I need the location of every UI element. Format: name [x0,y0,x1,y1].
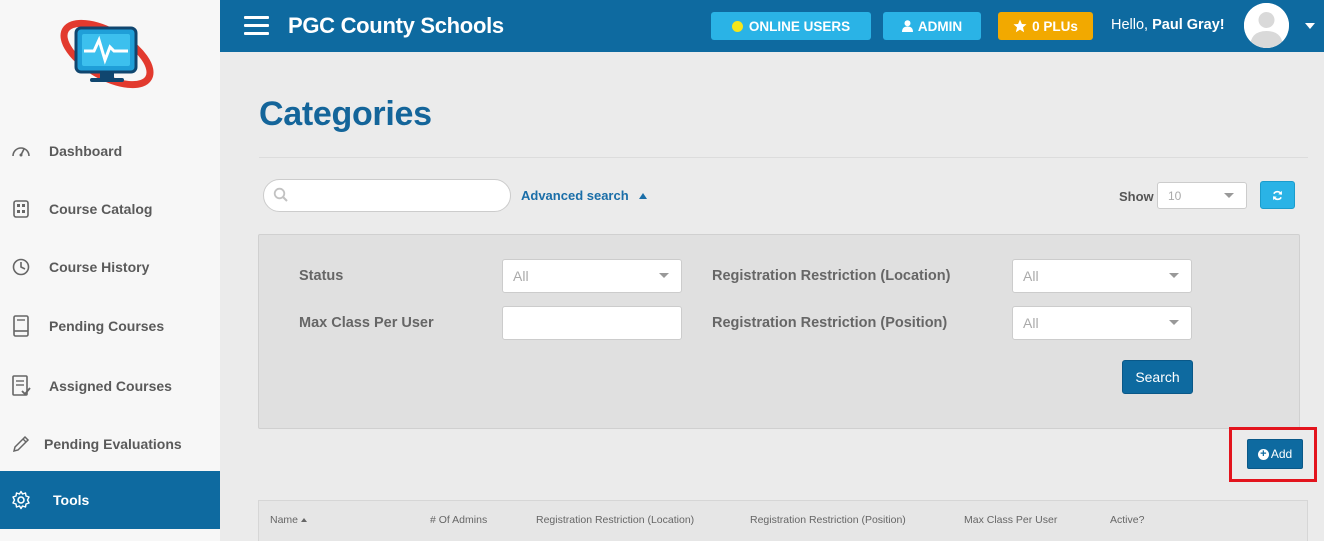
plus-label: 0 PLUs [1032,18,1078,34]
sidebar-item-label: Course Catalog [49,201,153,217]
admin-label: ADMIN [917,18,963,34]
reg-location-label: Registration Restriction (Location) [712,268,951,284]
chevron-down-icon [659,273,669,278]
reg-position-select[interactable]: All [1012,306,1192,340]
catalog-icon [10,198,32,220]
advanced-search-link[interactable]: Advanced search [521,188,647,203]
sidebar-item-label: Tools [53,492,90,508]
user-icon [901,20,913,32]
chevron-down-icon [1224,192,1234,198]
sidebar-item-dashboard[interactable]: Dashboard [0,122,220,180]
gear-icon [10,489,32,511]
sidebar-item-pending-courses[interactable]: Pending Courses [0,297,220,355]
top-header: PGC County Schools ONLINE USERS ADMIN 0 … [220,0,1324,52]
column-max-class[interactable]: Max Class Per User [964,514,1057,526]
column-admins[interactable]: # Of Admins [430,514,487,526]
column-active[interactable]: Active? [1110,514,1144,526]
reg-position-value: All [1023,315,1039,331]
sidebar-item-course-history[interactable]: Course History [0,238,220,296]
max-class-label: Max Class Per User [299,315,434,331]
column-reg-position[interactable]: Registration Restriction (Position) [750,514,906,526]
status-label: Status [299,268,344,284]
sort-up-icon [301,518,308,523]
online-dot-icon [731,20,743,32]
sidebar-item-pending-evaluations[interactable]: Pending Evaluations [0,415,220,473]
sidebar-item-assigned-courses[interactable]: Assigned Courses [0,357,220,415]
plus-circle-icon: + [1257,448,1269,460]
user-name: Paul Gray! [1152,17,1225,33]
status-select[interactable]: All [502,259,682,293]
sidebar-item-label: Pending Courses [49,318,165,334]
sidebar-item-label: Dashboard [49,143,123,159]
plus-button[interactable]: 0 PLUs [998,12,1093,40]
user-greeting: Hello, Paul Gray! [1111,17,1225,33]
gauge-icon [10,140,32,162]
greeting-text: Hello, [1111,17,1149,33]
caret-up-icon [638,192,647,199]
app-logo[interactable] [52,14,162,94]
add-button[interactable]: + Add [1247,439,1303,469]
refresh-button[interactable] [1260,181,1295,209]
admin-button[interactable]: ADMIN [883,12,981,40]
search-icon [273,187,289,208]
title-divider [259,157,1308,158]
sidebar-item-tools[interactable]: Tools [0,471,220,529]
sidebar-item-label: Assigned Courses [49,378,172,394]
avatar[interactable] [1244,3,1289,48]
sidebar-item-label: Pending Evaluations [44,436,182,452]
chevron-down-icon [1169,320,1179,325]
column-reg-location[interactable]: Registration Restriction (Location) [536,514,694,526]
advanced-search-label: Advanced search [521,188,629,203]
assigned-icon [10,375,32,397]
app-title: PGC County Schools [288,13,504,38]
sidebar-item-course-catalog[interactable]: Course Catalog [0,180,220,238]
chevron-down-icon [1169,273,1179,278]
reg-position-label: Registration Restriction (Position) [712,315,948,331]
menu-icon[interactable] [244,16,269,35]
book-icon [10,315,32,337]
user-menu-caret-icon[interactable] [1305,23,1315,29]
online-users-button[interactable]: ONLINE USERS [711,12,871,40]
search-box[interactable] [263,179,511,212]
column-label: Name [270,514,299,526]
reg-location-value: All [1023,268,1039,284]
refresh-icon [1272,190,1283,201]
sidebar: Dashboard Course Catalog Course History … [0,0,220,541]
column-name[interactable]: Name [270,514,308,526]
history-icon [10,256,32,278]
pencil-icon [10,433,32,455]
page-size-value: 10 [1168,188,1182,203]
search-input[interactable] [294,184,499,208]
online-users-label: ONLINE USERS [748,18,851,34]
max-class-input[interactable] [502,306,682,340]
table-header: Name # Of Admins Registration Restrictio… [258,500,1308,541]
show-label: Show [1119,189,1154,204]
add-label: Add [1270,447,1293,461]
page-title: Categories [259,95,432,133]
star-icon [1013,19,1027,33]
reg-location-select[interactable]: All [1012,259,1192,293]
status-value: All [513,268,529,284]
page-size-select[interactable]: 10 [1157,182,1247,209]
search-button[interactable]: Search [1122,360,1193,394]
sidebar-item-label: Course History [49,259,150,275]
